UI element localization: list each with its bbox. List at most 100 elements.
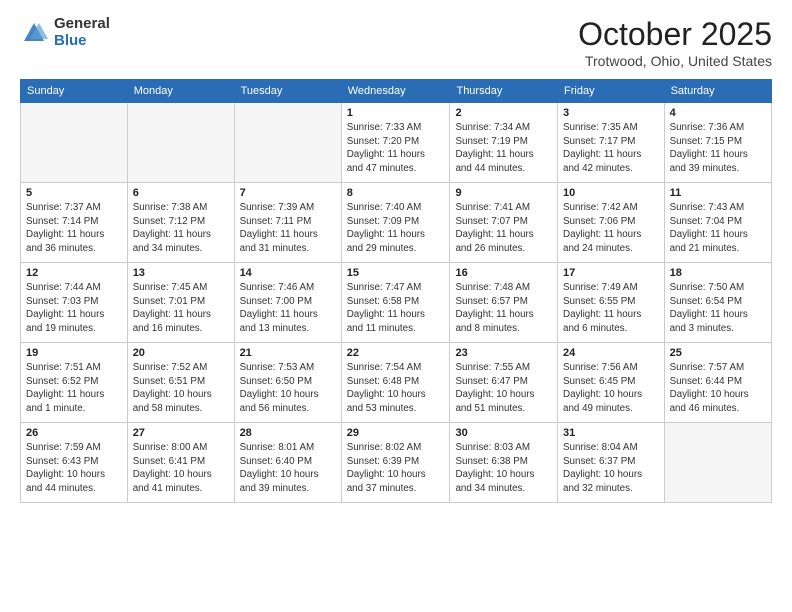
day-cell-11: 11 Sunrise: 7:43 AM Sunset: 7:04 PM Dayli…: [664, 183, 771, 263]
weekday-header-row: SundayMondayTuesdayWednesdayThursdayFrid…: [21, 80, 772, 103]
day-cell-31: 31Sunrise: 8:04 AM Sunset: 6:37 PM Dayli…: [558, 423, 665, 503]
day-number: 22: [347, 347, 445, 359]
logo-text: General Blue: [54, 16, 110, 49]
header: General Blue October 2025 Trotwood, Ohio…: [20, 16, 772, 69]
day-cell-30: 30 Sunrise: 8:03 AM Sunset: 6:38 PM Dayli…: [450, 423, 558, 503]
day-number: 23: [455, 347, 552, 359]
week-row-4: 19 Sunrise: 7:51 AM Sunset: 6:52 PM Dayli…: [21, 343, 772, 423]
calendar: SundayMondayTuesdayWednesdayThursdayFrid…: [20, 79, 772, 503]
day-cell-27: 27Sunrise: 8:00 AM Sunset: 6:41 PM Dayli…: [127, 423, 234, 503]
day-cell-18: 18Sunrise: 7:50 AM Sunset: 6:54 PM Dayli…: [664, 263, 771, 343]
weekday-header-wednesday: Wednesday: [341, 80, 450, 103]
logo: General Blue: [20, 16, 110, 49]
page: General Blue October 2025 Trotwood, Ohio…: [0, 0, 792, 612]
day-number: 16: [455, 267, 552, 279]
day-info: Sunrise: 8:03 AM Sunset: 6:38 PM Dayligh…: [455, 441, 552, 496]
weekday-header-monday: Monday: [127, 80, 234, 103]
day-number: 25: [670, 347, 766, 359]
day-number: 9: [455, 187, 552, 199]
day-cell-22: 22 Sunrise: 7:54 AM Sunset: 6:48 PM Dayli…: [341, 343, 450, 423]
day-number: 28: [240, 427, 336, 439]
day-cell-16: 16 Sunrise: 7:48 AM Sunset: 6:57 PM Dayli…: [450, 263, 558, 343]
day-number: 17: [563, 267, 659, 279]
day-info: Sunrise: 7:49 AM Sunset: 6:55 PM Dayligh…: [563, 281, 659, 336]
day-info: Sunrise: 7:44 AM Sunset: 7:03 PM Dayligh…: [26, 281, 122, 336]
day-cell-12: 12 Sunrise: 7:44 AM Sunset: 7:03 PM Dayli…: [21, 263, 128, 343]
day-info: Sunrise: 7:59 AM Sunset: 6:43 PM Dayligh…: [26, 441, 122, 496]
day-info: Sunrise: 7:37 AM Sunset: 7:14 PM Dayligh…: [26, 201, 122, 256]
day-cell-7: 7 Sunrise: 7:39 AM Sunset: 7:11 PM Daylig…: [234, 183, 341, 263]
day-info: Sunrise: 7:38 AM Sunset: 7:12 PM Dayligh…: [133, 201, 229, 256]
day-info: Sunrise: 7:47 AM Sunset: 6:58 PM Dayligh…: [347, 281, 445, 336]
day-number: 11: [670, 187, 766, 199]
day-info: Sunrise: 7:45 AM Sunset: 7:01 PM Dayligh…: [133, 281, 229, 336]
day-info: Sunrise: 7:46 AM Sunset: 7:00 PM Dayligh…: [240, 281, 336, 336]
day-number: 3: [563, 107, 659, 119]
day-cell-4: 4 Sunrise: 7:36 AM Sunset: 7:15 PM Daylig…: [664, 103, 771, 183]
weekday-header-sunday: Sunday: [21, 80, 128, 103]
day-number: 30: [455, 427, 552, 439]
day-info: Sunrise: 8:01 AM Sunset: 6:40 PM Dayligh…: [240, 441, 336, 496]
weekday-header-saturday: Saturday: [664, 80, 771, 103]
day-number: 13: [133, 267, 229, 279]
day-number: 21: [240, 347, 336, 359]
day-cell-25: 25 Sunrise: 7:57 AM Sunset: 6:44 PM Dayli…: [664, 343, 771, 423]
day-cell-24: 24Sunrise: 7:56 AM Sunset: 6:45 PM Dayli…: [558, 343, 665, 423]
day-cell-26: 26Sunrise: 7:59 AM Sunset: 6:43 PM Dayli…: [21, 423, 128, 503]
day-cell-19: 19 Sunrise: 7:51 AM Sunset: 6:52 PM Dayli…: [21, 343, 128, 423]
day-number: 15: [347, 267, 445, 279]
day-cell-9: 9 Sunrise: 7:41 AM Sunset: 7:07 PM Daylig…: [450, 183, 558, 263]
day-cell-13: 13 Sunrise: 7:45 AM Sunset: 7:01 PM Dayli…: [127, 263, 234, 343]
day-number: 4: [670, 107, 766, 119]
day-cell-8: 8Sunrise: 7:40 AM Sunset: 7:09 PM Daylig…: [341, 183, 450, 263]
title-area: October 2025 Trotwood, Ohio, United Stat…: [578, 16, 772, 69]
day-info: Sunrise: 7:53 AM Sunset: 6:50 PM Dayligh…: [240, 361, 336, 416]
day-number: 29: [347, 427, 445, 439]
day-info: Sunrise: 7:41 AM Sunset: 7:07 PM Dayligh…: [455, 201, 552, 256]
day-number: 31: [563, 427, 659, 439]
day-number: 8: [347, 187, 445, 199]
day-number: 18: [670, 267, 766, 279]
day-cell-3: 3Sunrise: 7:35 AM Sunset: 7:17 PM Daylig…: [558, 103, 665, 183]
logo-icon: [20, 19, 48, 47]
day-cell-21: 21 Sunrise: 7:53 AM Sunset: 6:50 PM Dayli…: [234, 343, 341, 423]
day-cell-20: 20Sunrise: 7:52 AM Sunset: 6:51 PM Dayli…: [127, 343, 234, 423]
day-info: Sunrise: 7:34 AM Sunset: 7:19 PM Dayligh…: [455, 121, 552, 176]
week-row-1: 1Sunrise: 7:33 AM Sunset: 7:20 PM Daylig…: [21, 103, 772, 183]
weekday-header-tuesday: Tuesday: [234, 80, 341, 103]
weekday-header-thursday: Thursday: [450, 80, 558, 103]
day-info: Sunrise: 7:54 AM Sunset: 6:48 PM Dayligh…: [347, 361, 445, 416]
day-cell-2: 2Sunrise: 7:34 AM Sunset: 7:19 PM Daylig…: [450, 103, 558, 183]
day-cell-6: 6Sunrise: 7:38 AM Sunset: 7:12 PM Daylig…: [127, 183, 234, 263]
day-cell-17: 17 Sunrise: 7:49 AM Sunset: 6:55 PM Dayli…: [558, 263, 665, 343]
location: Trotwood, Ohio, United States: [578, 53, 772, 69]
day-info: Sunrise: 7:52 AM Sunset: 6:51 PM Dayligh…: [133, 361, 229, 416]
day-cell-23: 23 Sunrise: 7:55 AM Sunset: 6:47 PM Dayli…: [450, 343, 558, 423]
week-row-3: 12 Sunrise: 7:44 AM Sunset: 7:03 PM Dayli…: [21, 263, 772, 343]
empty-cell: [127, 103, 234, 183]
logo-general: General: [54, 16, 110, 33]
day-info: Sunrise: 7:42 AM Sunset: 7:06 PM Dayligh…: [563, 201, 659, 256]
week-row-2: 5Sunrise: 7:37 AM Sunset: 7:14 PM Daylig…: [21, 183, 772, 263]
day-info: Sunrise: 7:39 AM Sunset: 7:11 PM Dayligh…: [240, 201, 336, 256]
day-info: Sunrise: 7:43 AM Sunset: 7:04 PM Dayligh…: [670, 201, 766, 256]
day-info: Sunrise: 7:48 AM Sunset: 6:57 PM Dayligh…: [455, 281, 552, 336]
day-number: 24: [563, 347, 659, 359]
day-info: Sunrise: 7:51 AM Sunset: 6:52 PM Dayligh…: [26, 361, 122, 416]
day-info: Sunrise: 7:36 AM Sunset: 7:15 PM Dayligh…: [670, 121, 766, 176]
empty-cell: [234, 103, 341, 183]
day-number: 12: [26, 267, 122, 279]
empty-cell: [664, 423, 771, 503]
day-number: 27: [133, 427, 229, 439]
week-row-5: 26Sunrise: 7:59 AM Sunset: 6:43 PM Dayli…: [21, 423, 772, 503]
day-number: 19: [26, 347, 122, 359]
day-info: Sunrise: 8:02 AM Sunset: 6:39 PM Dayligh…: [347, 441, 445, 496]
day-cell-29: 29 Sunrise: 8:02 AM Sunset: 6:39 PM Dayli…: [341, 423, 450, 503]
day-info: Sunrise: 7:57 AM Sunset: 6:44 PM Dayligh…: [670, 361, 766, 416]
day-cell-14: 14Sunrise: 7:46 AM Sunset: 7:00 PM Dayli…: [234, 263, 341, 343]
day-number: 7: [240, 187, 336, 199]
day-info: Sunrise: 7:55 AM Sunset: 6:47 PM Dayligh…: [455, 361, 552, 416]
month-title: October 2025: [578, 16, 772, 53]
day-cell-1: 1Sunrise: 7:33 AM Sunset: 7:20 PM Daylig…: [341, 103, 450, 183]
day-cell-15: 15 Sunrise: 7:47 AM Sunset: 6:58 PM Dayli…: [341, 263, 450, 343]
